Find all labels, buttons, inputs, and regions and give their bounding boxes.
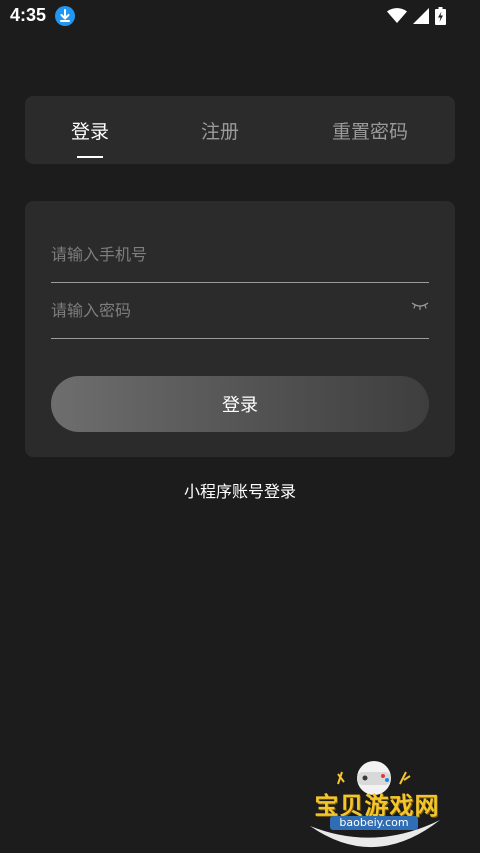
tab-reset-password[interactable]: 重置密码 [315,96,425,164]
wifi-icon [387,8,407,23]
status-time: 4:35 [10,5,47,25]
password-input[interactable] [51,282,391,338]
battery-charging-icon [435,7,446,25]
status-icons [387,6,446,26]
mini-program-login-link[interactable]: 小程序账号登录 [0,478,480,502]
login-button[interactable]: 登录 [51,376,429,432]
tab-login-label: 登录 [70,120,109,143]
signal-icon [413,8,429,24]
tab-register-label: 注册 [200,120,239,143]
auth-tab-bar: 登录 注册 重置密码 [25,96,455,164]
eye-closed-icon[interactable] [411,300,429,312]
active-tab-indicator [77,156,103,158]
watermark-url: baobeiy.com [330,816,418,830]
phone-input[interactable] [51,226,391,282]
watermark-logo: 宝贝游戏网 baobeiy.com [300,756,450,848]
login-form: 登录 [25,201,455,457]
tab-register[interactable]: 注册 [175,96,265,164]
tab-reset-password-label: 重置密码 [331,120,408,143]
download-badge-icon [55,6,75,26]
tab-login[interactable]: 登录 [45,96,135,164]
status-bar: 4:35 [0,0,480,34]
password-field [51,282,429,339]
phone-field [51,226,429,283]
